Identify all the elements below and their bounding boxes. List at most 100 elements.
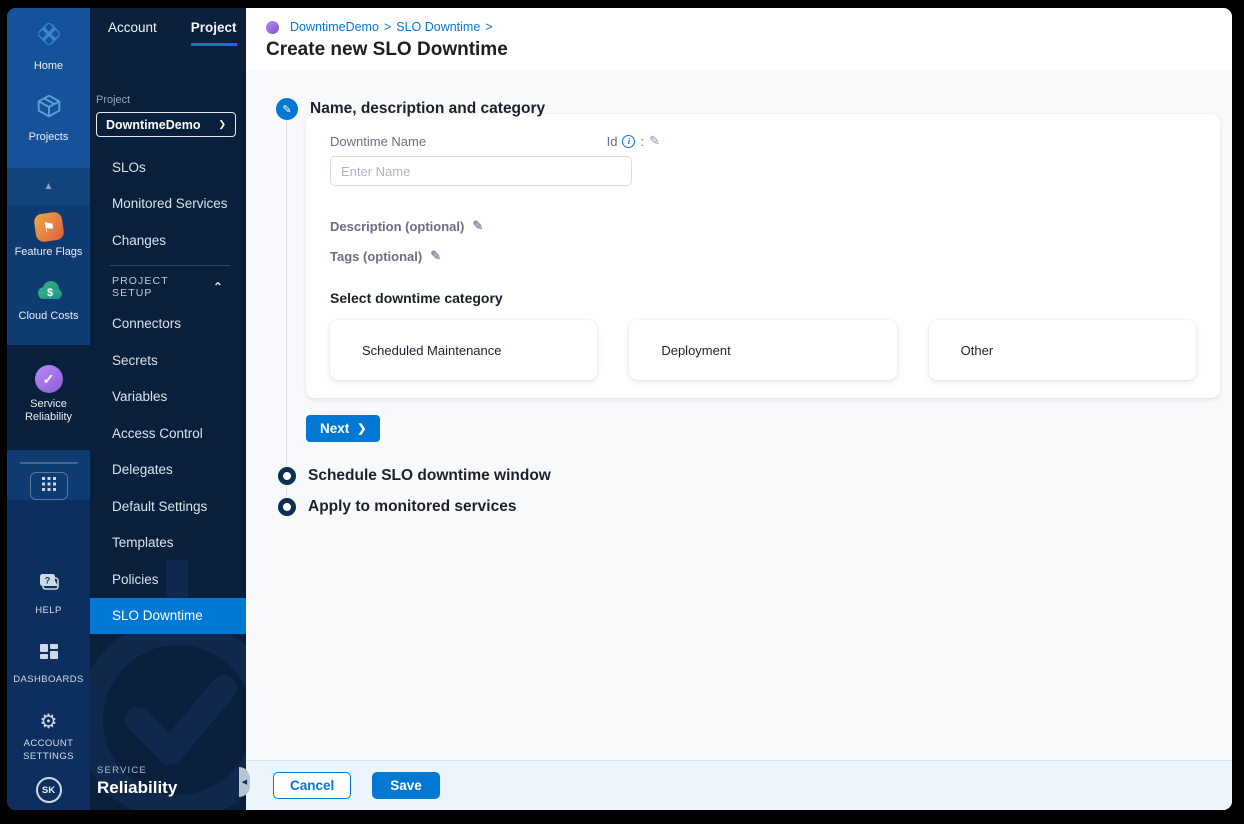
rail-label-projects: Projects [28, 131, 69, 143]
sidebar-item-templates[interactable]: Templates [90, 525, 246, 562]
project-selector-value: DowntimeDemo [106, 117, 201, 132]
rail-label-feature-flags: Feature Flags [14, 246, 83, 258]
tags-row[interactable]: Tags (optional) ✎ [330, 248, 1196, 264]
step1-card: Downtime Name Id i : ✎ Description (opti… [306, 114, 1220, 398]
rail-label-service-reliability: Service Reliability [24, 398, 73, 423]
rail-divider [19, 462, 78, 464]
sidebar-item-delegates[interactable]: Delegates [90, 452, 246, 489]
step3-title: Apply to monitored services [308, 498, 517, 515]
id-edit-pencil-icon[interactable]: ✎ [649, 133, 660, 149]
step2-circle [278, 467, 296, 485]
page-title: Create new SLO Downtime [266, 39, 508, 60]
downtime-name-label: Downtime Name [330, 133, 427, 149]
home-icon [33, 18, 65, 55]
rail-selected-module[interactable]: ✓ Service Reliability [7, 345, 90, 450]
breadcrumb: DowntimeDemo > SLO Downtime > [266, 20, 1232, 34]
nav-user[interactable]: SK [7, 777, 90, 803]
project-panel: Account Project Project DowntimeDemo ❯ S… [90, 8, 246, 810]
cancel-button[interactable]: Cancel [273, 772, 352, 799]
svg-text:$: $ [46, 287, 52, 299]
panel-divider [110, 264, 230, 266]
module-footer-kicker: SERVICE [97, 765, 147, 776]
sidebar-item-policies[interactable]: Policies [90, 561, 246, 598]
module-selector-button[interactable] [29, 472, 68, 500]
tab-project[interactable]: Project [190, 20, 237, 46]
category-card-deployment[interactable]: Deployment [629, 320, 897, 380]
rail-scroll-up[interactable]: ▲ [7, 168, 90, 205]
nav-service-reliability[interactable]: ✓ Service Reliability [7, 365, 90, 424]
category-heading: Select downtime category [330, 290, 503, 306]
rail-module-band [7, 450, 90, 500]
page-header: DowntimeDemo > SLO Downtime > Create new… [246, 8, 1232, 70]
description-edit-pencil-icon[interactable]: ✎ [472, 218, 483, 234]
step2-title: Schedule SLO downtime window [308, 467, 551, 484]
step2-header[interactable]: Schedule SLO downtime window [276, 467, 1232, 485]
project-setup-header[interactable]: PROJECT SETUP ⌃ [90, 268, 246, 306]
breadcrumb-slo-downtime-link[interactable]: SLO Downtime [396, 20, 480, 34]
next-chevron-icon: ❯ [357, 423, 367, 435]
panel-nav-list: SLOs Monitored Services Changes PROJECT … [90, 149, 246, 634]
sidebar-item-changes[interactable]: Changes [90, 222, 246, 259]
flag-glyph: ⚑ [41, 217, 56, 236]
grid-icon [41, 476, 56, 496]
category-card-other[interactable]: Other [928, 320, 1196, 380]
category-card-scheduled-maintenance[interactable]: Scheduled Maintenance [330, 320, 598, 380]
project-field-label: Project [96, 94, 131, 106]
rail-label-dashboards: DASHBOARDS [13, 674, 84, 685]
module-footer-name: Reliability [97, 778, 178, 797]
save-button[interactable]: Save [372, 772, 440, 799]
sidebar-item-variables[interactable]: Variables [90, 379, 246, 416]
tags-edit-pencil-icon[interactable]: ✎ [430, 248, 441, 264]
next-button-label: Next [320, 421, 350, 436]
sidebar-item-default-settings[interactable]: Default Settings [90, 488, 246, 525]
nav-home[interactable]: Home [7, 18, 90, 73]
check-glyph: ✓ [42, 370, 55, 387]
breadcrumb-project-link[interactable]: DowntimeDemo [290, 20, 379, 34]
step1-title: Name, description and category [310, 100, 546, 117]
next-button[interactable]: Next ❯ [306, 415, 381, 442]
info-icon[interactable]: i [622, 134, 636, 148]
downtime-name-input[interactable] [330, 156, 632, 186]
rail-bottom-section: ? HELP DASHBOARDS ⚙ ACCOUNT SETTINGS SK [7, 500, 90, 810]
sidebar-item-slos[interactable]: SLOs [90, 149, 246, 186]
sidebar-item-connectors[interactable]: Connectors [90, 306, 246, 343]
nav-feature-flags[interactable]: ⚑ Feature Flags [7, 211, 90, 259]
chevron-right-icon: ❯ [218, 119, 226, 129]
category-cards: Scheduled Maintenance Deployment Other [330, 320, 1196, 380]
project-selector[interactable]: DowntimeDemo ❯ [96, 112, 236, 137]
rail-label-account-settings: ACCOUNT SETTINGS [23, 738, 74, 762]
step1-header[interactable]: ✎ Name, description and category [276, 98, 1232, 120]
tab-account[interactable]: Account [108, 20, 157, 46]
rail-label-home: Home [33, 60, 64, 72]
nav-projects[interactable]: Projects [7, 91, 90, 144]
nav-help[interactable]: ? HELP [7, 572, 90, 617]
sidebar-item-monitored-services[interactable]: Monitored Services [90, 186, 246, 223]
nav-cloud-costs[interactable]: $ Cloud Costs [7, 277, 90, 323]
sidebar-item-access-control[interactable]: Access Control [90, 415, 246, 452]
cloud-costs-icon: $ [33, 277, 65, 305]
avatar[interactable]: SK [35, 777, 62, 803]
description-row[interactable]: Description (optional) ✎ [330, 218, 1196, 234]
svg-text:?: ? [44, 576, 50, 586]
id-colon: : [640, 133, 645, 149]
projects-icon [34, 91, 64, 126]
app-window: Home Projects ▲ ⚑ Feature Flags $ Cloud … [7, 8, 1232, 810]
step3-header[interactable]: Apply to monitored services [276, 498, 1232, 516]
service-reliability-icon: ✓ [34, 365, 63, 393]
help-icon: ? [37, 572, 61, 599]
sidebar-item-slo-downtime[interactable]: SLO Downtime [90, 597, 246, 634]
nav-dashboards[interactable]: DASHBOARDS [7, 643, 90, 686]
dashboards-icon [39, 643, 59, 668]
sidebar-item-secrets[interactable]: Secrets [90, 342, 246, 379]
main-area: DowntimeDemo > SLO Downtime > Create new… [239, 8, 1232, 810]
module-footer: SERVICE Reliability [97, 765, 177, 798]
back-arrow-icon: ◀ [241, 779, 248, 786]
name-label-row: Downtime Name Id i : ✎ [330, 132, 660, 150]
chevron-up-icon: ⌃ [212, 279, 224, 294]
id-group: Id i : ✎ [607, 133, 660, 149]
form-footer: Cancel Save [246, 760, 1232, 810]
wizard-content: ✎ Name, description and category Downtim… [246, 70, 1232, 760]
nav-account-settings[interactable]: ⚙ ACCOUNT SETTINGS [7, 712, 90, 763]
rail-top-section: Home Projects [7, 8, 90, 168]
rail-mid-section: ⚑ Feature Flags $ Cloud Costs [7, 205, 90, 345]
